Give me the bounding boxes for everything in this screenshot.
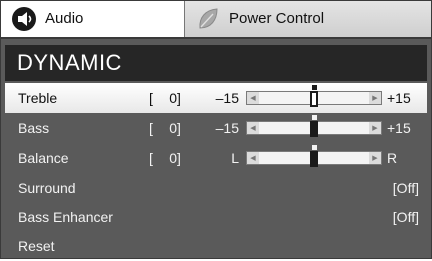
arrow-right-icon[interactable]: ▶ xyxy=(369,152,381,164)
bass-bracket-open: [ xyxy=(149,120,153,136)
reset-row[interactable]: Reset xyxy=(5,231,427,261)
center-marker-icon xyxy=(311,115,317,120)
tab-power-control[interactable]: Power Control xyxy=(185,1,431,37)
bass-enhancer-row[interactable]: Bass Enhancer [Off] xyxy=(5,202,427,232)
arrow-right-icon[interactable]: ▶ xyxy=(369,122,381,134)
surround-row[interactable]: Surround [Off] xyxy=(5,173,427,203)
balance-bracket-close: ] xyxy=(177,150,181,166)
balance-slider[interactable]: ◀ ▶ xyxy=(246,145,382,167)
treble-value: 0 xyxy=(169,90,177,106)
bass-min-label: –15 xyxy=(215,120,239,136)
bass-enhancer-status: [Off] xyxy=(392,209,419,225)
treble-row[interactable]: Treble [ 0 ] –15 ◀ ▶ +15 xyxy=(5,83,427,113)
bass-enhancer-label: Bass Enhancer xyxy=(18,209,113,225)
arrow-left-icon[interactable]: ◀ xyxy=(247,122,259,134)
treble-max-label: +15 xyxy=(387,90,411,106)
bass-label: Bass xyxy=(18,120,50,136)
tab-bar: Audio Power Control xyxy=(1,1,431,39)
leaf-icon xyxy=(195,6,221,32)
bass-slider[interactable]: ◀ ▶ xyxy=(246,115,382,137)
section-title: DYNAMIC xyxy=(5,45,427,81)
treble-slider-thumb[interactable] xyxy=(310,91,318,107)
tab-audio[interactable]: Audio xyxy=(1,1,185,37)
bass-slider-thumb[interactable] xyxy=(310,121,318,137)
arrow-right-icon[interactable]: ▶ xyxy=(369,92,381,104)
arrow-left-icon[interactable]: ◀ xyxy=(247,92,259,104)
speaker-icon xyxy=(11,6,37,32)
balance-slider-thumb[interactable] xyxy=(310,151,318,167)
balance-label: Balance xyxy=(18,150,69,166)
treble-bracket-close: ] xyxy=(177,90,181,106)
center-marker-icon xyxy=(311,145,317,150)
bass-bracket-close: ] xyxy=(177,120,181,136)
treble-slider[interactable]: ◀ ▶ xyxy=(246,85,382,107)
balance-row[interactable]: Balance [ 0 ] L ◀ ▶ R xyxy=(5,143,427,173)
bass-value: 0 xyxy=(169,120,177,136)
tab-power-control-label: Power Control xyxy=(229,10,325,27)
bass-max-label: +15 xyxy=(387,120,411,136)
balance-max-label: R xyxy=(387,150,398,166)
surround-status: [Off] xyxy=(392,180,419,196)
center-marker-icon xyxy=(311,85,317,90)
tab-audio-label: Audio xyxy=(45,10,84,27)
treble-min-label: –15 xyxy=(215,90,239,106)
balance-value: 0 xyxy=(169,150,177,166)
settings-panel: Audio Power Control DYNAMIC Treble [ 0 ]… xyxy=(0,0,432,259)
balance-min-label: L xyxy=(231,150,239,166)
arrow-left-icon[interactable]: ◀ xyxy=(247,152,259,164)
treble-bracket-open: [ xyxy=(149,90,153,106)
bass-row[interactable]: Bass [ 0 ] –15 ◀ ▶ +15 xyxy=(5,113,427,143)
treble-label: Treble xyxy=(18,90,58,106)
balance-bracket-open: [ xyxy=(149,150,153,166)
reset-label: Reset xyxy=(18,238,55,254)
surround-label: Surround xyxy=(18,180,76,196)
